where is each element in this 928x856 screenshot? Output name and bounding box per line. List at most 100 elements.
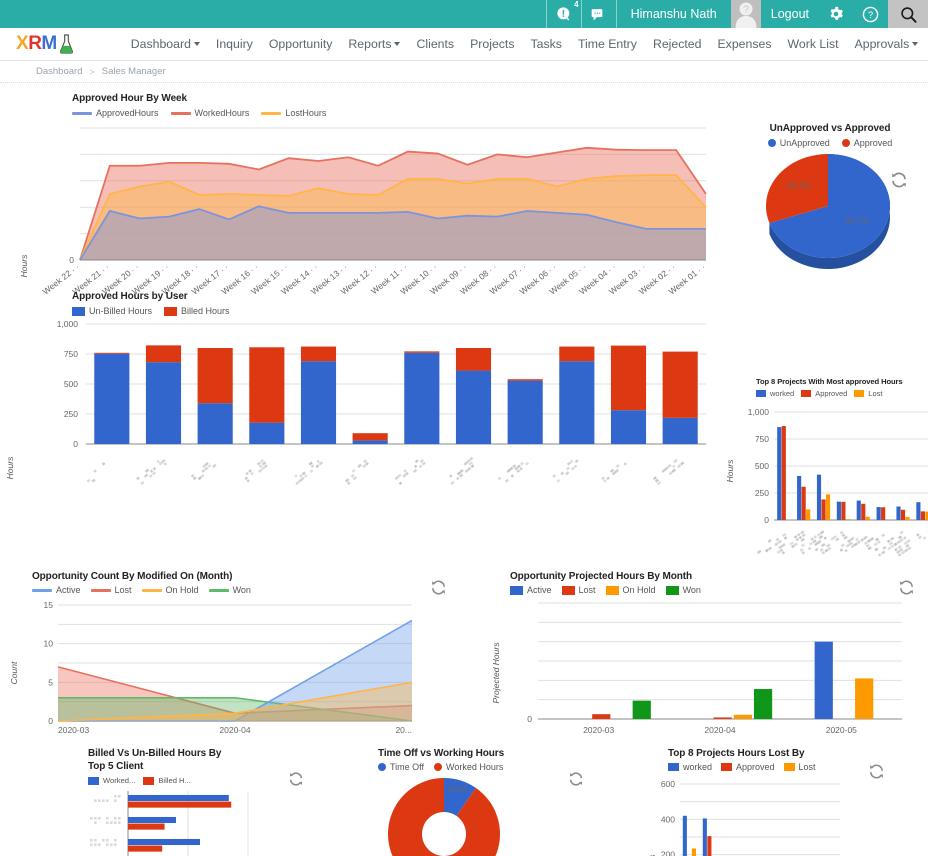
legend-item[interactable]: Active	[32, 585, 81, 595]
nav-item-reports[interactable]: Reports	[340, 37, 408, 51]
search-icon[interactable]	[888, 0, 928, 28]
bar-Approved[interactable]	[821, 499, 825, 520]
bar-Active[interactable]	[815, 642, 833, 719]
bar-worked[interactable]	[797, 476, 801, 520]
nav-item-opportunity[interactable]: Opportunity	[261, 37, 341, 51]
user-name-label[interactable]: Himanshu Nath	[616, 0, 731, 28]
bar-segment-unbilled[interactable]	[508, 381, 543, 444]
bar-Approved[interactable]	[707, 836, 711, 856]
bar-Approved[interactable]	[901, 510, 905, 520]
legend-item[interactable]: Lost	[854, 389, 882, 398]
bar-Lost[interactable]	[692, 848, 696, 856]
hbar-Billed H...[interactable]	[128, 824, 165, 830]
alert-bell-icon[interactable]: 4	[546, 0, 581, 28]
refresh-icon-top8-hours-lost[interactable]	[868, 763, 885, 780]
bar-segment-unbilled[interactable]	[611, 410, 646, 444]
nav-item-inquiry[interactable]: Inquiry	[208, 37, 261, 51]
help-icon[interactable]: ?	[853, 0, 888, 28]
nav-item-tasks[interactable]: Tasks	[523, 37, 570, 51]
bar-segment-billed[interactable]	[508, 379, 543, 380]
legend-item[interactable]: WorkedHours	[171, 108, 250, 118]
breadcrumb-dashboard[interactable]: Dashboard	[36, 66, 82, 77]
bar-segment-billed[interactable]	[611, 346, 646, 411]
legend-item[interactable]: Approved	[842, 138, 893, 148]
nav-item-clients[interactable]: Clients	[408, 37, 462, 51]
legend-item[interactable]: Active	[510, 585, 552, 595]
bar-segment-billed[interactable]	[301, 347, 336, 362]
hbar-Billed H...[interactable]	[128, 846, 162, 852]
gear-icon[interactable]	[819, 0, 853, 28]
nav-item-dashboard[interactable]: Dashboard	[123, 37, 208, 51]
nav-item-projects[interactable]: Projects	[462, 37, 522, 51]
refresh-icon-opportunity-count[interactable]	[430, 579, 447, 596]
legend-item[interactable]: Won	[209, 585, 251, 595]
bar-segment-unbilled[interactable]	[301, 361, 336, 444]
bar-segment-unbilled[interactable]	[94, 354, 129, 444]
bar-Approved[interactable]	[841, 502, 845, 520]
legend-item[interactable]: Approved	[721, 762, 775, 772]
nav-item-approvals[interactable]: Approvals	[847, 37, 927, 51]
bar-segment-billed[interactable]	[404, 351, 439, 352]
bar-Approved[interactable]	[881, 507, 885, 520]
hbar-Worked...[interactable]	[128, 795, 229, 801]
bar-segment-unbilled[interactable]	[663, 418, 698, 444]
bar-segment-billed[interactable]	[198, 348, 233, 403]
legend-item[interactable]: Lost	[91, 585, 132, 595]
nav-item-rejected[interactable]: Rejected	[645, 37, 710, 51]
legend-item[interactable]: Worked Hours	[434, 762, 503, 772]
chat-icon[interactable]	[581, 0, 616, 28]
bar-Approved[interactable]	[782, 426, 786, 520]
nav-item-time-entry[interactable]: Time Entry	[570, 37, 645, 51]
bar-worked[interactable]	[683, 816, 687, 856]
legend-item[interactable]: Approved	[801, 389, 847, 398]
bar-Lost[interactable]	[846, 519, 850, 520]
legend-item[interactable]: Billed H...	[143, 776, 191, 785]
bar-segment-unbilled[interactable]	[198, 403, 233, 444]
bar-Lost[interactable]	[806, 509, 810, 520]
legend-item[interactable]: Lost	[784, 762, 816, 772]
refresh-icon-billed-vs-unbilled[interactable]	[288, 771, 304, 787]
bar-worked[interactable]	[837, 502, 841, 520]
donut-slice-Worked Hours[interactable]	[388, 778, 500, 856]
bar-segment-billed[interactable]	[353, 433, 388, 440]
bar-segment-unbilled[interactable]	[249, 423, 284, 444]
legend-item[interactable]: UnApproved	[768, 138, 830, 148]
bar-segment-billed[interactable]	[94, 353, 129, 354]
legend-item[interactable]: Won	[666, 585, 701, 595]
logout-button[interactable]: Logout	[761, 0, 819, 28]
bar-segment-billed[interactable]	[249, 347, 284, 422]
legend-item[interactable]: worked	[756, 389, 794, 398]
legend-item[interactable]: On Hold	[142, 585, 199, 595]
nav-item-work-list[interactable]: Work List	[780, 37, 847, 51]
bar-worked[interactable]	[916, 502, 920, 520]
user-avatar-icon[interactable]: ?	[731, 0, 761, 28]
bar-Lost[interactable]	[714, 717, 732, 719]
legend-item[interactable]: On Hold	[606, 585, 656, 595]
bar-segment-unbilled[interactable]	[559, 361, 594, 444]
bar-segment-billed[interactable]	[663, 352, 698, 418]
legend-item[interactable]: Lost	[562, 585, 596, 595]
bar-On Hold[interactable]	[734, 715, 752, 719]
bar-worked[interactable]	[777, 427, 781, 520]
legend-item[interactable]: Billed Hours	[164, 306, 230, 316]
legend-item[interactable]: LostHours	[261, 108, 326, 118]
bar-Approved[interactable]	[861, 504, 865, 520]
bar-segment-unbilled[interactable]	[456, 371, 491, 444]
bar-segment-unbilled[interactable]	[404, 353, 439, 444]
hbar-Worked...[interactable]	[128, 817, 176, 823]
bar-segment-billed[interactable]	[146, 345, 181, 362]
bar-segment-unbilled[interactable]	[146, 362, 181, 444]
bar-Approved[interactable]	[921, 511, 925, 520]
legend-item[interactable]: Un-Billed Hours	[72, 306, 152, 316]
hbar-Worked...[interactable]	[128, 839, 200, 845]
bar-worked[interactable]	[857, 501, 861, 520]
nav-item-expenses[interactable]: Expenses	[709, 37, 779, 51]
bar-worked[interactable]	[896, 507, 900, 521]
legend-item[interactable]: worked	[668, 762, 712, 772]
bar-Lost[interactable]	[826, 494, 830, 520]
bar-worked[interactable]	[703, 818, 707, 856]
bar-segment-billed[interactable]	[559, 347, 594, 362]
refresh-icon-opportunity-projected[interactable]	[898, 579, 915, 596]
bar-worked[interactable]	[877, 507, 881, 520]
bar-Lost[interactable]	[592, 714, 610, 719]
